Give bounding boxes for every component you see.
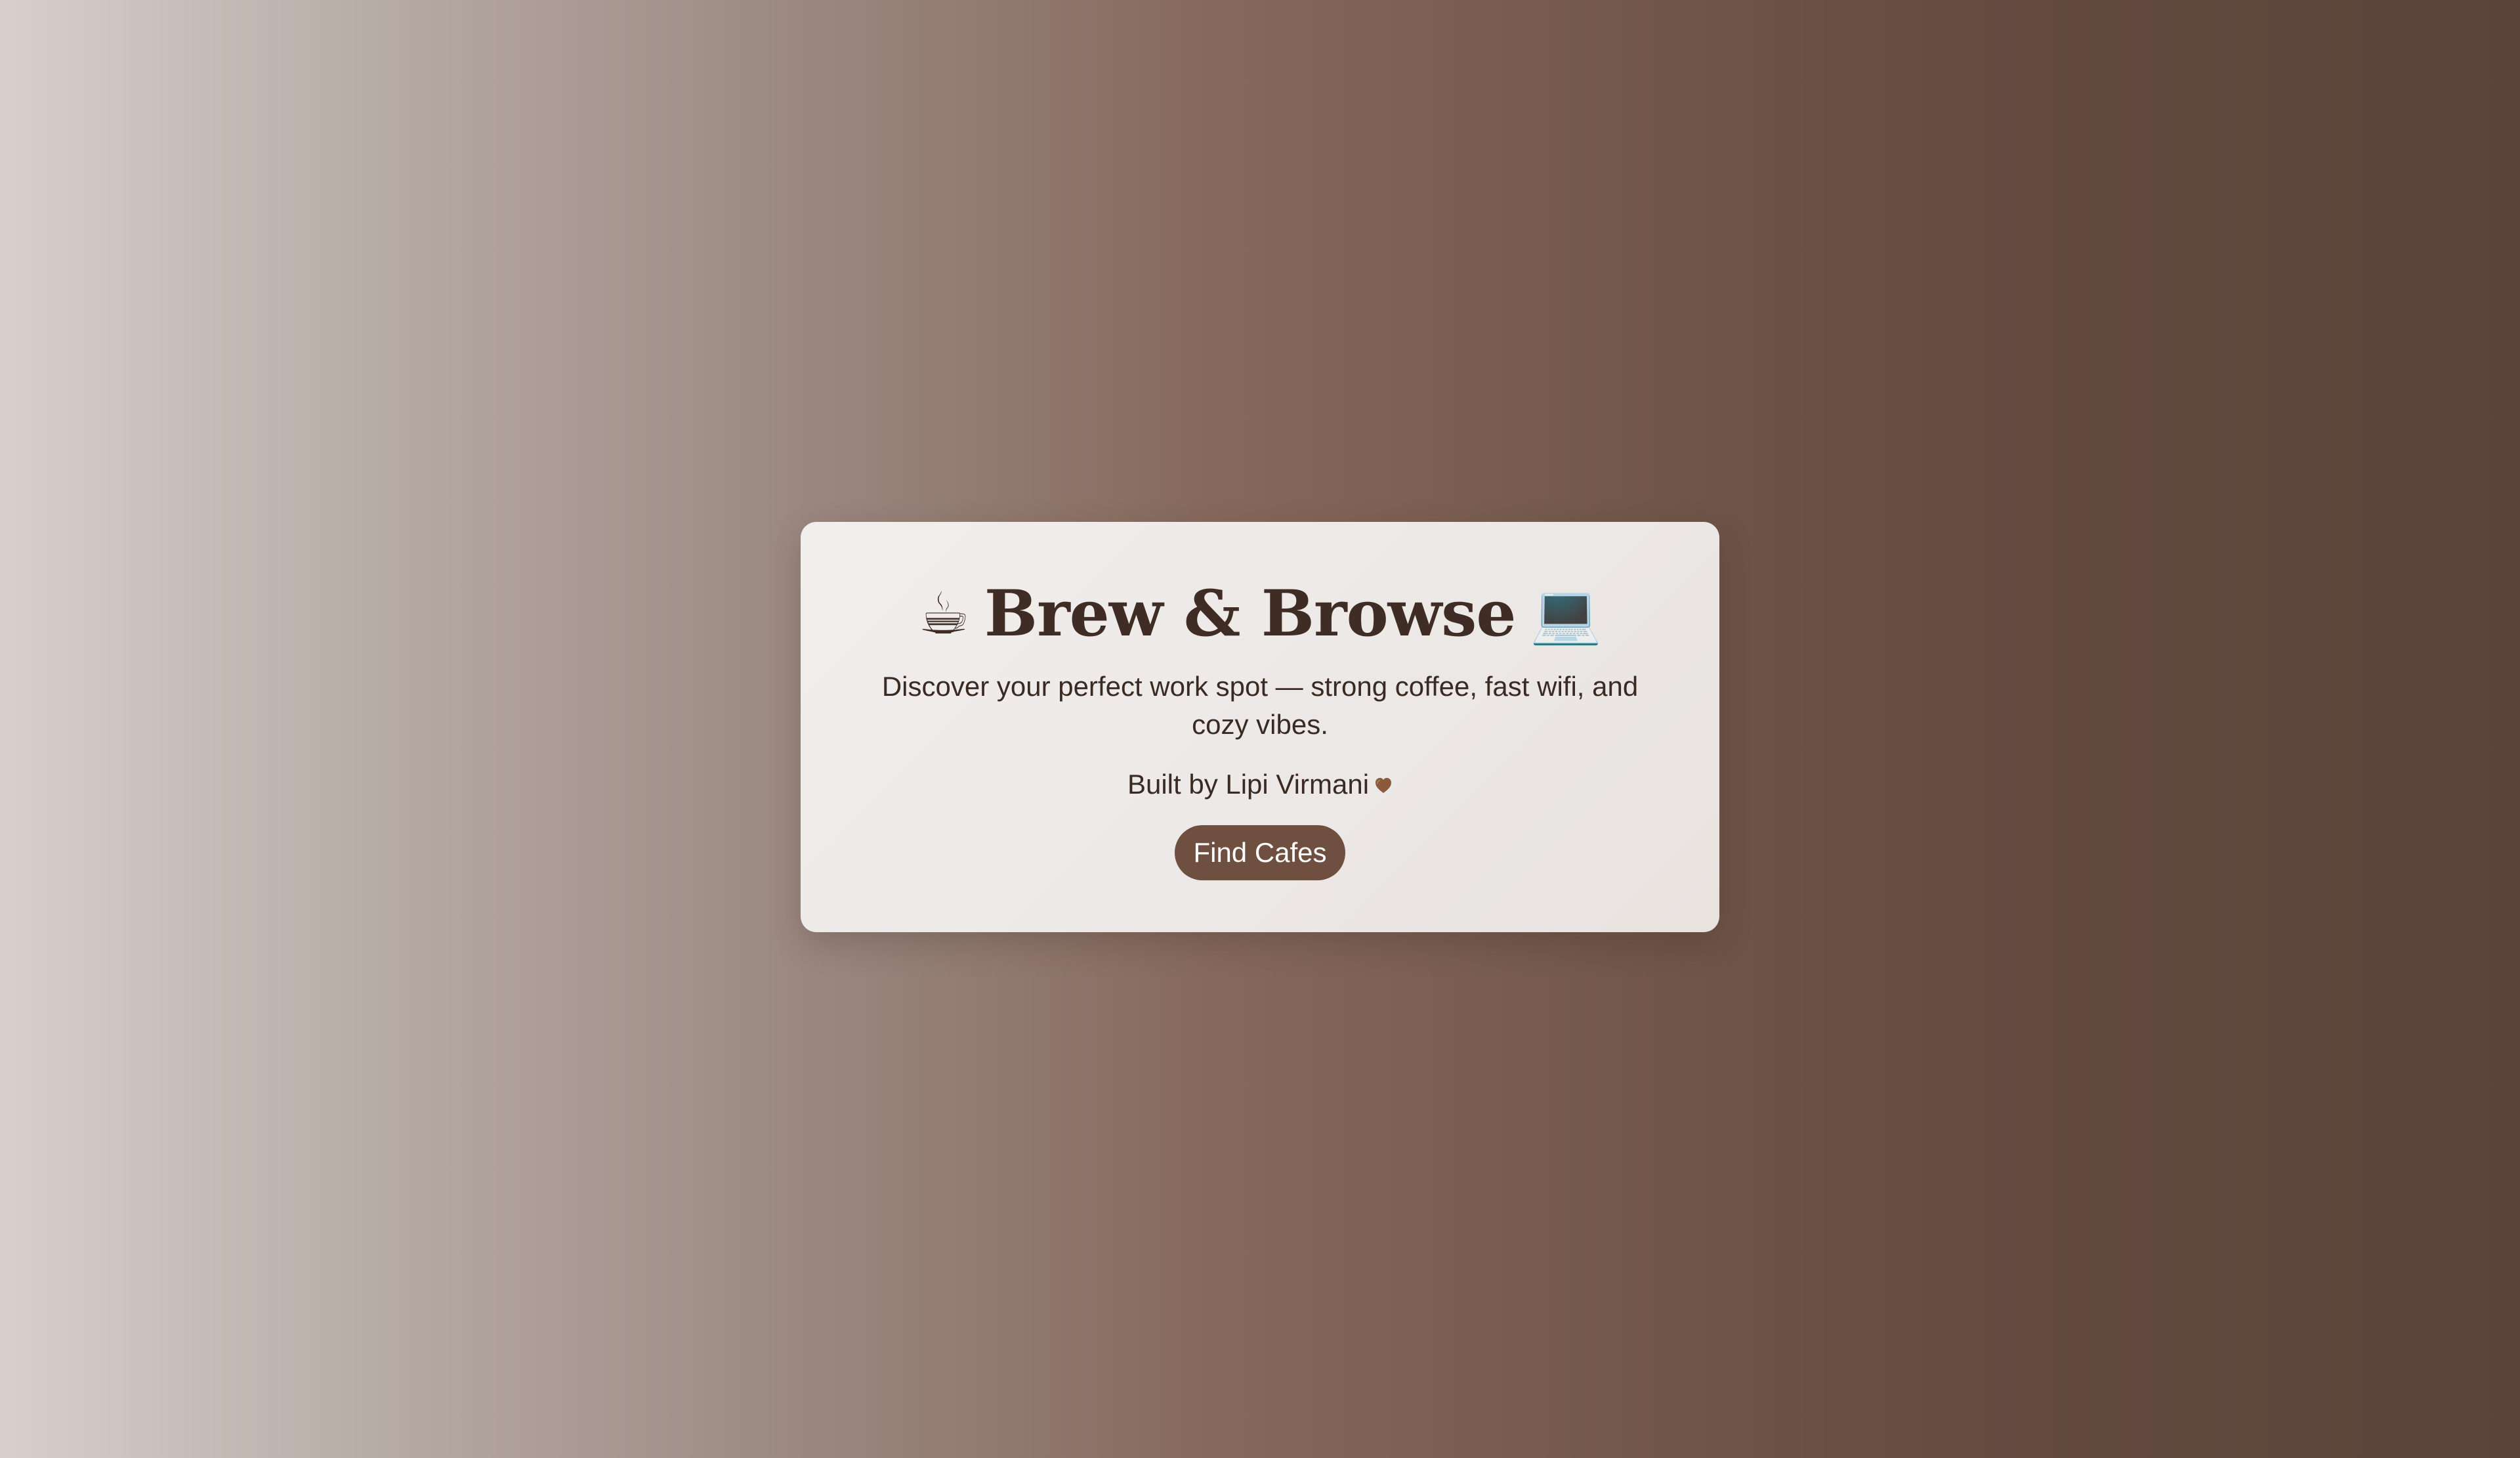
brown-heart-icon bbox=[1374, 768, 1393, 793]
hero-description: Discover your perfect work spot — strong… bbox=[881, 671, 1639, 740]
laptop-icon: 💻 bbox=[1530, 581, 1602, 646]
creator-credit-text: Built by Lipi Virmani bbox=[1127, 769, 1370, 800]
hero-card: ☕ Brew & Browse 💻 Discover your perfect … bbox=[801, 522, 1719, 932]
find-cafes-button[interactable]: Find Cafes bbox=[1175, 825, 1345, 880]
hero-title-row: ☕ Brew & Browse 💻 bbox=[801, 574, 1719, 653]
coffee-cup-icon: ☕ bbox=[918, 581, 970, 646]
page-title: Brew & Browse bbox=[984, 576, 1516, 651]
creator-credit: Built by Lipi Virmani bbox=[801, 767, 1719, 802]
